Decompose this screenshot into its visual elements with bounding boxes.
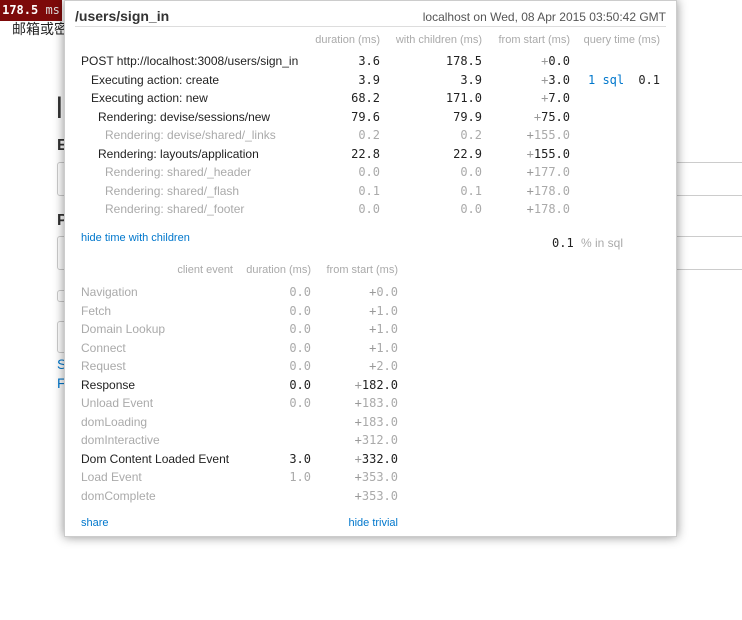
client-from-start-value: +332.0	[354, 451, 398, 466]
sql-percent: 0.1 % in sql	[552, 236, 623, 250]
client-event-label: Fetch	[81, 303, 112, 318]
with-children-value: 171.0	[445, 91, 482, 105]
with-children-value: 22.9	[453, 146, 482, 161]
from-start-value: +3.0	[541, 72, 570, 87]
timing-label: Rendering: layouts/application	[98, 146, 259, 161]
client-column-header: from start (ms)	[326, 264, 399, 276]
client-event-label: Connect	[81, 340, 126, 355]
client-duration-value: 0.0	[289, 377, 311, 392]
duration-value: 79.6	[351, 109, 380, 124]
from-start-value: +155.0	[526, 146, 570, 161]
from-start-value: +7.0	[541, 91, 570, 105]
client-event-label: Navigation	[81, 285, 138, 299]
divider	[75, 26, 666, 27]
client-from-start-value: +1.0	[369, 322, 398, 336]
client-duration-value: 0.0	[289, 340, 311, 355]
timing-label: Executing action: new	[91, 91, 208, 105]
duration-value: 3.6	[358, 54, 380, 68]
with-children-value: 0.1	[460, 183, 482, 198]
client-duration-value: 0.0	[289, 303, 311, 318]
duration-value: 22.8	[351, 146, 380, 161]
client-event-label: Unload Event	[81, 396, 154, 410]
from-start-value: +0.0	[541, 54, 570, 68]
client-event-label: domLoading	[81, 414, 148, 429]
duration-value: 0.1	[358, 183, 380, 198]
timing-label: Rendering: shared/_header	[105, 165, 252, 179]
timing-label: Rendering: shared/_footer	[105, 202, 245, 216]
from-start-value: +177.0	[526, 165, 570, 179]
from-start-value: +155.0	[526, 128, 570, 142]
client-duration-value: 3.0	[289, 451, 311, 466]
timing-label: Rendering: devise/sessions/new	[98, 109, 271, 124]
client-event-label: Response	[81, 377, 136, 392]
client-from-start-value: +0.0	[369, 285, 398, 299]
client-duration-value: 0.0	[289, 359, 311, 373]
client-from-start-value: +182.0	[354, 377, 398, 392]
client-from-start-value: +353.0	[354, 488, 398, 503]
client-event-label: Load Event	[81, 470, 142, 484]
profiler-badge[interactable]: 178.5 ms	[0, 0, 62, 21]
with-children-value: 79.9	[453, 109, 482, 124]
column-header: from start (ms)	[498, 34, 571, 46]
client-from-start-value: +183.0	[354, 414, 398, 429]
column-header: query time (ms)	[583, 34, 660, 46]
client-from-start-value: +2.0	[369, 359, 398, 373]
with-children-value: 0.0	[460, 202, 482, 216]
client-duration-value: 0.0	[289, 396, 311, 410]
from-start-value: +178.0	[526, 183, 570, 198]
client-event-label: domInteractive	[81, 433, 160, 447]
duration-value: 0.0	[358, 202, 380, 216]
timing-label: Executing action: create	[91, 72, 220, 87]
bg-text: 邮箱或密	[12, 21, 68, 37]
badge-value: 178.5	[2, 3, 39, 17]
timing-label: Rendering: devise/shared/_links	[105, 128, 276, 142]
client-from-start-value: +353.0	[354, 470, 398, 484]
toggle-children-link[interactable]: hide time with children	[81, 232, 190, 244]
hide-trivial-link[interactable]: hide trivial	[348, 517, 398, 529]
from-start-value: +178.0	[526, 202, 570, 216]
badge-unit: ms	[45, 3, 60, 17]
popup-host: localhost on Wed, 08 Apr 2015 03:50:42 G…	[422, 10, 666, 24]
client-duration-value: 0.0	[289, 285, 311, 299]
client-event-label: domComplete	[81, 488, 156, 503]
duration-value: 0.2	[358, 128, 380, 142]
query-time-value: 0.1	[638, 72, 660, 87]
share-link[interactable]: share	[81, 517, 109, 529]
client-event-label: Domain Lookup	[81, 322, 166, 336]
duration-value: 3.9	[358, 72, 380, 87]
client-column-header: duration (ms)	[246, 264, 311, 276]
with-children-value: 0.2	[460, 128, 482, 142]
sql-link[interactable]: 1 sql	[588, 73, 624, 87]
client-event-label: Dom Content Loaded Event	[81, 451, 230, 466]
duration-value: 0.0	[358, 165, 380, 179]
bg-heading: l	[56, 92, 63, 125]
profiler-popup: /users/sign_in localhost on Wed, 08 Apr …	[64, 0, 677, 537]
client-from-start-value: +183.0	[354, 396, 398, 410]
duration-value: 68.2	[351, 91, 380, 105]
with-children-value: 0.0	[460, 165, 482, 179]
column-header: with children (ms)	[395, 34, 482, 46]
popup-title: /users/sign_in	[75, 8, 170, 24]
client-duration-value: 0.0	[289, 322, 311, 336]
client-event-label: Request	[81, 359, 126, 373]
client-from-start-value: +1.0	[369, 340, 398, 355]
client-from-start-value: +312.0	[354, 433, 398, 447]
with-children-value: 3.9	[460, 72, 482, 87]
from-start-value: +75.0	[533, 109, 570, 124]
column-header: duration (ms)	[315, 34, 380, 46]
client-from-start-value: +1.0	[369, 303, 398, 318]
timing-label: POST http://localhost:3008/users/sign_in	[81, 54, 299, 68]
timing-label: Rendering: shared/_flash	[105, 183, 240, 198]
client-duration-value: 1.0	[289, 470, 311, 484]
client-column-header: client event	[177, 264, 233, 276]
with-children-value: 178.5	[445, 54, 482, 68]
